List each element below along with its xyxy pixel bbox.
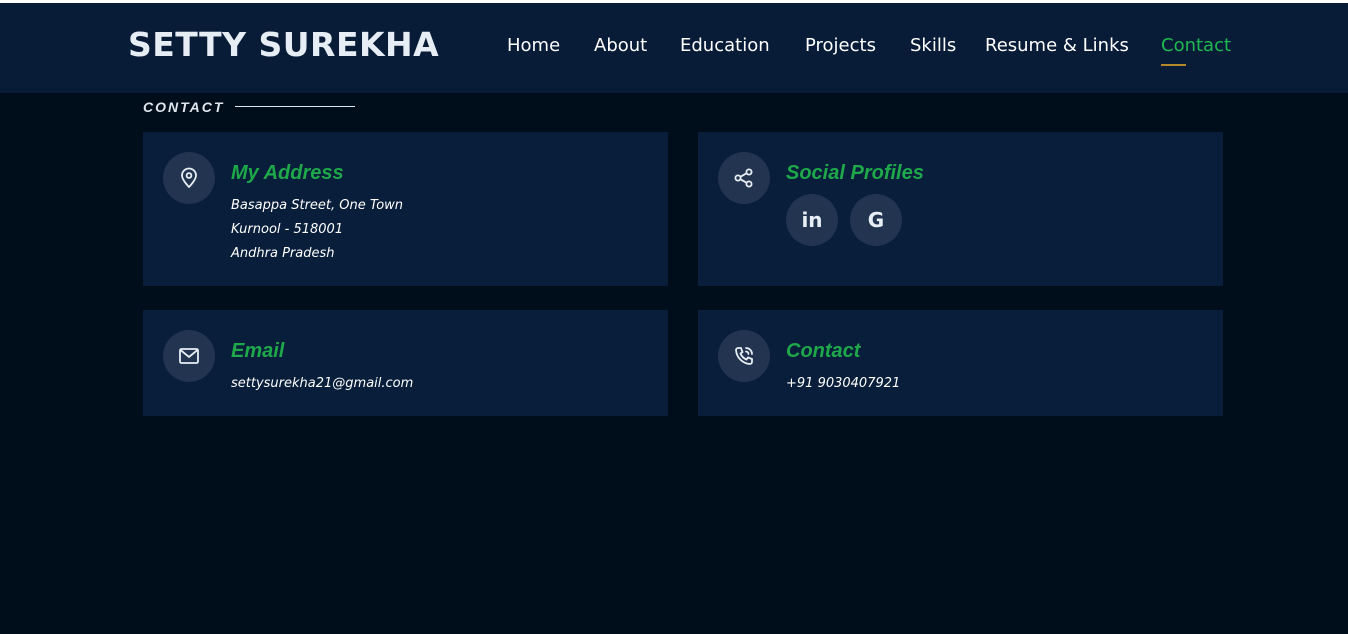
social-card: Social Profiles in G: [698, 132, 1223, 286]
nav-home[interactable]: Home: [507, 35, 560, 56]
phone-title: Contact: [786, 340, 861, 362]
phone-card: Contact +91 9030407921: [698, 310, 1223, 416]
email-card: Email settysurekha21@gmail.com: [143, 310, 668, 416]
address-line-2: Kurnool - 518001: [231, 222, 344, 237]
address-line-3: Andhra Pradesh: [231, 246, 335, 261]
phone-value[interactable]: +91 9030407921: [786, 372, 900, 396]
mail-icon: [163, 330, 215, 382]
nav-contact[interactable]: Contact: [1161, 35, 1231, 56]
address-card: My Address Basappa Street, One Town Kurn…: [143, 132, 668, 286]
email-value[interactable]: settysurekha21@gmail.com: [231, 372, 413, 396]
share-icon: [718, 152, 770, 204]
nav-projects[interactable]: Projects: [805, 35, 876, 56]
location-pin-icon: [163, 152, 215, 204]
section-title-line: [235, 106, 355, 107]
nav-education[interactable]: Education: [680, 35, 770, 56]
nav-skills[interactable]: Skills: [910, 35, 956, 56]
section-title: CONTACT: [143, 99, 225, 115]
linkedin-icon[interactable]: in: [786, 194, 838, 246]
address-line-1: Basappa Street, One Town: [231, 198, 404, 213]
active-nav-underline: [1161, 64, 1186, 66]
site-header: SETTY SUREKHA Home About Education Proje…: [0, 3, 1348, 93]
nav-about[interactable]: About: [594, 35, 647, 56]
address-title: My Address: [231, 162, 344, 184]
social-title: Social Profiles: [786, 162, 924, 184]
site-logo[interactable]: SETTY SUREKHA: [128, 25, 439, 64]
google-icon[interactable]: G: [850, 194, 902, 246]
address-lines: Basappa Street, One Town Kurnool - 51800…: [231, 194, 403, 266]
email-title: Email: [231, 340, 285, 362]
nav-resume-links[interactable]: Resume & Links: [985, 35, 1129, 56]
phone-icon: [718, 330, 770, 382]
